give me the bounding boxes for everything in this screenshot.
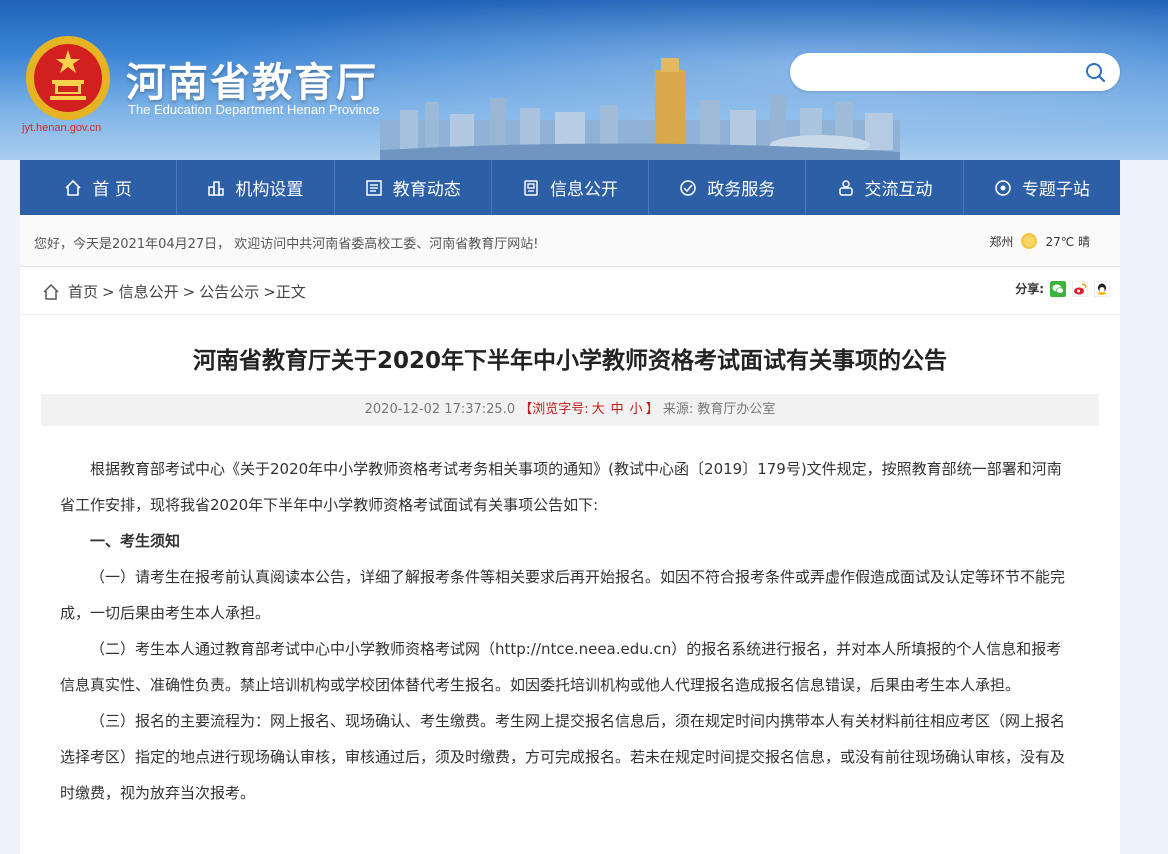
article-heading: 一、考生须知 (90, 532, 181, 550)
breadcrumb-separator: > (182, 282, 196, 301)
search-input[interactable] (808, 61, 1078, 83)
nav-item-info[interactable]: 信息公开 (492, 160, 650, 215)
site-url[interactable]: jyt.henan.gov.cn (22, 122, 101, 134)
article-paragraph: （一）请考生在报考前认真阅读本公告，详细了解报考条件等相关要求后再开始报名。如因… (60, 568, 1066, 622)
fontsize-medium-button[interactable]: 中 (611, 402, 624, 417)
weather-temp: 27℃ 晴 (1045, 234, 1090, 249)
nav-item-news[interactable]: 教育动态 (335, 160, 492, 215)
nav-item-label: 专题子站 (1021, 180, 1090, 200)
service-icon (680, 179, 697, 196)
nav-item-interact[interactable]: 交流互动 (806, 160, 964, 215)
article-body: 根据教育部考试中心《关于2020年中小学教师资格考试考务相关事项的通知》(教试中… (60, 451, 1072, 811)
weather-city: 郑州 (989, 234, 1014, 249)
breadcrumb-divider (20, 314, 1120, 315)
nav-item-label: 信息公开 (549, 180, 618, 200)
search-box (790, 53, 1120, 91)
main-nav: 首 页 机构设置 教育动态 信息公开 政务服务 交流互动 专题子站 (20, 160, 1120, 215)
interact-icon (838, 179, 853, 196)
article-paragraph: （三）报名的主要流程为：网上报名、现场确认、考生缴费。考生网上提交报名信息后，须… (60, 712, 1066, 802)
national-emblem-logo (26, 36, 110, 120)
share-bar: 分享: (1015, 280, 1110, 297)
welcome-bar: 您好，今天是2021年04月27日， 欢迎访问中共河南省委高校工委、河南省教育厅… (20, 215, 1120, 267)
article-paragraph: （二）考生本人通过教育部考试中心中小学教师资格考试网（http://ntce.n… (60, 640, 1062, 694)
nav-item-label: 机构设置 (235, 180, 304, 200)
breadcrumb: 首页 > 信息公开 > 公告公示 >正文 (42, 281, 310, 302)
main-content: 首页 > 信息公开 > 公告公示 >正文 分享: 河南省教育厅关于2020年下半… (20, 267, 1120, 854)
qq-icon[interactable] (1094, 280, 1110, 297)
article-source: 来源: 教育厅办公室 (662, 402, 776, 417)
weibo-icon[interactable] (1072, 280, 1088, 297)
breadcrumb-notice[interactable]: 公告公示 (199, 281, 259, 302)
nav-item-label: 教育动态 (392, 180, 461, 200)
breadcrumb-home[interactable]: 首页 (68, 281, 98, 302)
fontsize-large-button[interactable]: 大 (592, 402, 605, 417)
nav-item-label: 首 页 (92, 180, 132, 200)
nav-item-home[interactable]: 首 页 (20, 160, 178, 215)
news-icon (365, 179, 382, 196)
article-datetime: 2020-12-02 17:37:25.0 (364, 402, 516, 417)
article-paragraph: 根据教育部考试中心《关于2020年中小学教师资格考试考务相关事项的通知》(教试中… (60, 460, 1062, 514)
fontsize-suffix: 】 (645, 402, 659, 417)
article-meta: 2020-12-02 17:37:25.0 【浏览字号: 大中小】 来源: 教育厅… (41, 394, 1099, 426)
weather-widget: 郑州 27℃ 晴 (989, 231, 1090, 251)
org-icon (208, 180, 225, 196)
nav-item-subsite[interactable]: 专题子站 (964, 160, 1120, 215)
nav-item-label: 政务服务 (707, 180, 776, 200)
wechat-icon[interactable] (1050, 280, 1066, 297)
breadcrumb-current: >正文 (263, 283, 306, 301)
nav-item-org[interactable]: 机构设置 (177, 160, 335, 215)
breadcrumb-info[interactable]: 信息公开 (119, 281, 179, 302)
info-icon (524, 179, 538, 196)
site-title-cn: 河南省教育厅 (126, 60, 378, 106)
sun-icon (1021, 233, 1038, 249)
home-icon (43, 283, 59, 300)
header-banner: jyt.henan.gov.cn 河南省教育厅 The Education De… (0, 0, 1168, 160)
home-icon (65, 179, 82, 196)
breadcrumb-separator: > (102, 282, 115, 301)
site-title-en: The Education Department Henan Province (128, 102, 380, 117)
fontsize-prefix: 【浏览字号: (519, 402, 589, 417)
subsite-icon (995, 179, 1011, 196)
fontsize-small-button[interactable]: 小 (630, 402, 643, 417)
welcome-text: 您好，今天是2021年04月27日， 欢迎访问中共河南省委高校工委、河南省教育厅… (34, 237, 539, 252)
nav-item-label: 交流互动 (864, 180, 933, 200)
search-icon[interactable] (1084, 61, 1106, 83)
share-label: 分享: (1015, 282, 1044, 296)
article-title: 河南省教育厅关于2020年下半年中小学教师资格考试面试有关事项的公告 (192, 348, 947, 374)
nav-item-service[interactable]: 政务服务 (649, 160, 807, 215)
